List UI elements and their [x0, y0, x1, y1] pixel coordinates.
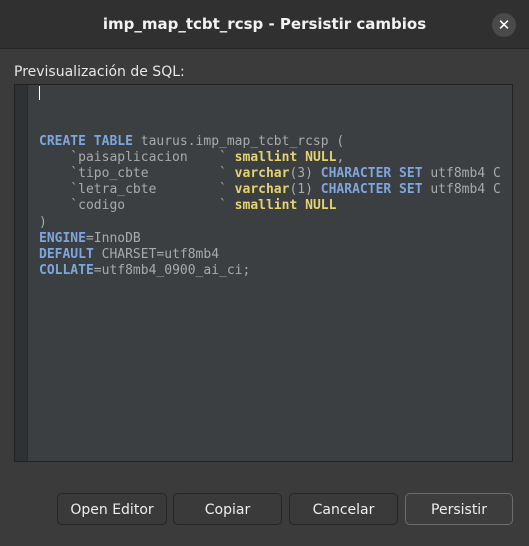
cancel-button[interactable]: Cancelar — [289, 493, 398, 525]
sql-token: (1) — [289, 182, 321, 198]
sql-preview-editor[interactable]: CREATE TABLE taurus.imp_map_tcbt_rcsp ( … — [14, 84, 513, 462]
sql-token: taurus.imp_map_tcbt_rcsp ( — [132, 133, 345, 149]
sql-token: NULL — [305, 149, 337, 165]
sql-token: COLLATE — [39, 263, 94, 279]
sql-line: `tipo_cbte ` varchar(3) CHARACTER SET ut… — [39, 166, 512, 182]
sql-token: , — [336, 149, 345, 165]
text-cursor — [39, 86, 40, 100]
sql-token: CREATE TABLE — [39, 133, 133, 149]
sql-line: `codigo ` smallint NULL — [39, 198, 512, 214]
copy-button[interactable]: Copiar — [173, 493, 282, 525]
sql-line: COLLATE=utf8mb4_0900_ai_ci; — [39, 263, 512, 279]
sql-token: NULL — [305, 198, 337, 214]
sql-token: =utf8mb4_0900_ai_ci; — [93, 263, 251, 279]
window-title: imp_map_tcbt_rcsp - Persistir cambios — [102, 15, 427, 33]
persist-button[interactable]: Persistir — [405, 493, 513, 525]
sql-token: ENGINE — [39, 230, 86, 246]
sql-line: DEFAULT CHARSET=utf8mb4 — [39, 247, 512, 263]
title-bar: imp_map_tcbt_rcsp - Persistir cambios ✕ — [0, 0, 529, 49]
sql-token: smallint — [226, 149, 298, 165]
sql-token: CHARACTER SET — [320, 165, 423, 181]
sql-token: =InnoDB — [85, 230, 141, 246]
sql-token: `codigo ` — [39, 198, 227, 214]
sql-line: `letra_cbte ` varchar(1) CHARACTER SET u… — [39, 182, 512, 198]
sql-token: utf8mb4 C — [422, 165, 501, 181]
sql-line: CREATE TABLE taurus.imp_map_tcbt_rcsp ( — [39, 134, 512, 150]
sql-token: `tipo_cbte ` — [39, 165, 227, 181]
sql-token: `paisaplicacion ` — [39, 149, 227, 165]
sql-token: smallint — [226, 198, 298, 214]
sql-preview-label: Previsualización de SQL: — [14, 64, 185, 80]
sql-token: varchar — [226, 182, 290, 198]
sql-token: CHARACTER SET — [320, 182, 423, 198]
sql-token: CHARSET=utf8mb4 — [93, 246, 220, 262]
sql-line: ) — [39, 215, 512, 231]
sql-token: varchar — [226, 165, 290, 181]
close-icon[interactable]: ✕ — [492, 13, 516, 37]
sql-token: `letra_cbte ` — [39, 182, 227, 198]
sql-line: ENGINE=InnoDB — [39, 231, 512, 247]
sql-token: DEFAULT — [39, 246, 94, 262]
open-editor-button[interactable]: Open Editor — [57, 493, 167, 525]
editor-gutter — [15, 85, 28, 461]
sql-token: utf8mb4 C — [422, 182, 501, 198]
sql-token: ) — [39, 214, 47, 230]
sql-token: (3) — [289, 165, 321, 181]
sql-code[interactable]: CREATE TABLE taurus.imp_map_tcbt_rcsp ( … — [39, 85, 512, 461]
sql-line: `paisaplicacion ` smallint NULL, — [39, 150, 512, 166]
